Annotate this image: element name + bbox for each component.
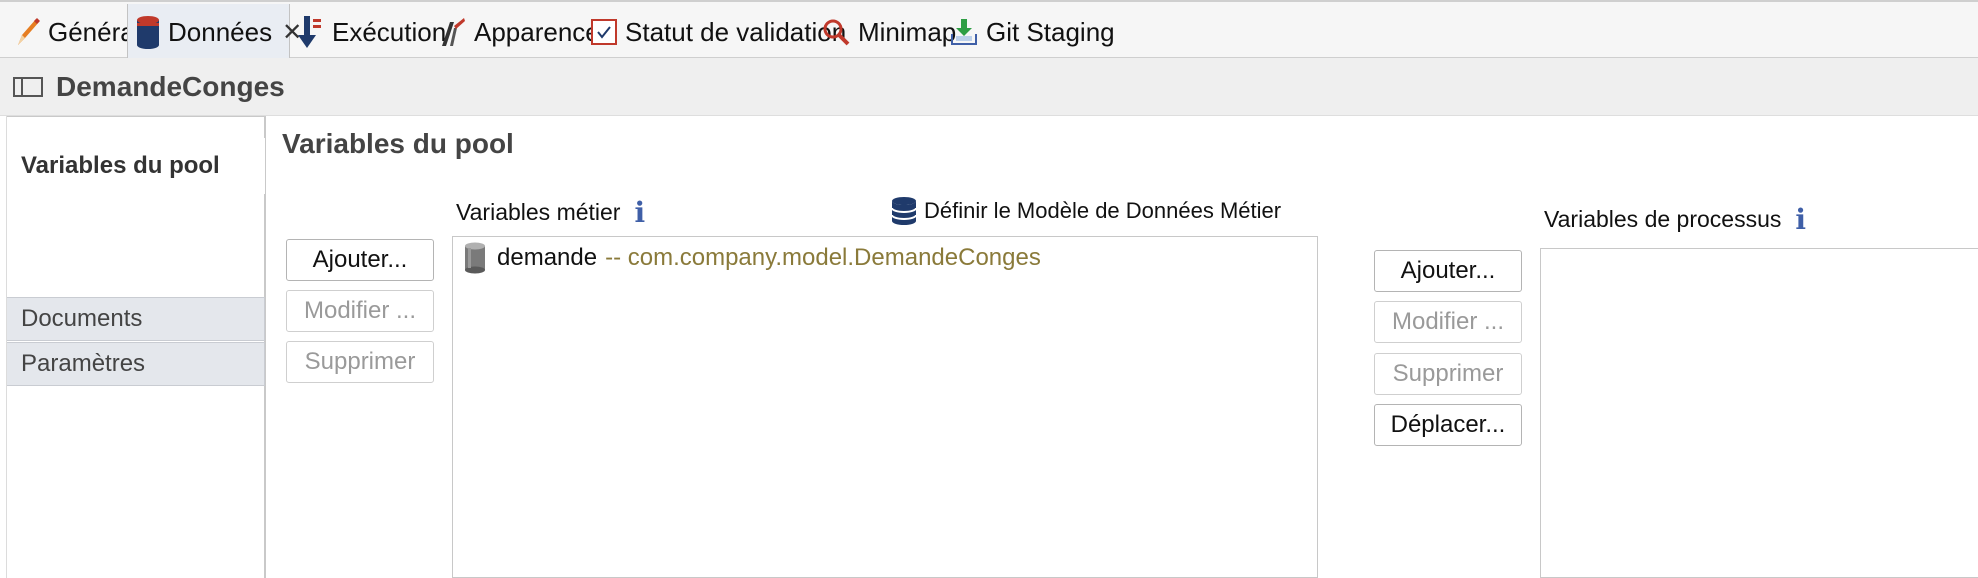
define-bdm-text: Définir le Modèle de Données Métier [924, 198, 1282, 223]
tab-apparence[interactable]: Apparence [440, 4, 600, 60]
process-variables-text: Variables de processus [1544, 206, 1782, 232]
sidebar: Variables du pool Documents Paramètres [6, 116, 266, 578]
variable-name: demande [497, 244, 598, 271]
tab-execution[interactable]: Exécution [298, 4, 446, 60]
validation-check-icon [591, 19, 617, 45]
database-icon [890, 196, 918, 226]
process-move-button[interactable]: Déplacer... [1374, 404, 1522, 446]
define-bdm-link[interactable]: Définir le Modèle de Données Métier [890, 196, 1281, 226]
business-variables-list[interactable]: demande -- com.company.model.DemandeCong… [452, 236, 1318, 578]
business-edit-button[interactable]: Modifier ... [286, 290, 434, 332]
page-title: DemandeConges [56, 71, 285, 102]
execution-arrow-icon [298, 15, 324, 49]
sidebar-item-documents[interactable]: Documents [7, 297, 265, 341]
process-edit-button[interactable]: Modifier ... [1374, 301, 1522, 343]
variable-cylinder-icon [463, 242, 487, 274]
sidebar-item-parametres[interactable]: Paramètres [7, 342, 265, 386]
process-delete-button[interactable]: Supprimer [1374, 353, 1522, 395]
tab-donnees[interactable]: Données ✕ [127, 4, 302, 60]
tab-statut-validation[interactable]: Statut de validation [591, 4, 846, 60]
tab-git-staging[interactable]: Git Staging [950, 4, 1115, 60]
info-icon[interactable]: i [634, 196, 645, 229]
tab-general[interactable]: Général [14, 4, 141, 60]
sidebar-top-divider [7, 116, 265, 138]
sidebar-item-label: Documents [21, 305, 143, 332]
appearance-brush-icon [440, 16, 466, 48]
variable-type: -- com.company.model.DemandeConges [605, 244, 1041, 271]
tab-label: Exécution [332, 16, 447, 47]
sidebar-item-label: Paramètres [21, 350, 146, 377]
business-delete-button[interactable]: Supprimer [286, 341, 434, 383]
section-title: Variables du pool [282, 128, 514, 159]
editor-header: DemandeConges [0, 58, 1978, 116]
tab-label: Statut de validation [625, 16, 847, 47]
list-item[interactable]: demande -- com.company.model.DemandeCong… [463, 240, 1041, 276]
data-cylinder-icon [136, 15, 160, 49]
tab-minimap[interactable]: Minimap [822, 4, 956, 60]
editor-tab-bar: Général Données ✕ Exécution Apparence St… [0, 0, 1978, 60]
tab-label: Git Staging [986, 16, 1115, 47]
sidebar-item-label: Variables du pool [21, 152, 220, 179]
process-add-button[interactable]: Ajouter... [1374, 250, 1522, 292]
tab-label: Minimap [858, 16, 957, 47]
tab-label: Apparence [474, 16, 600, 47]
sidebar-item-variables-du-pool[interactable]: Variables du pool [7, 138, 265, 194]
pool-icon [13, 77, 43, 97]
process-variables-label: Variables de processus i [1544, 203, 1806, 236]
tab-label: Données [168, 16, 273, 47]
process-variables-list[interactable] [1540, 248, 1978, 578]
business-variables-label: Variables métier i [456, 196, 645, 229]
business-variables-text: Variables métier [456, 199, 621, 225]
git-staging-icon [950, 18, 978, 46]
pencil-icon [14, 17, 40, 47]
business-add-button[interactable]: Ajouter... [286, 239, 434, 281]
info-icon[interactable]: i [1795, 203, 1806, 236]
magnifier-icon [822, 18, 850, 46]
